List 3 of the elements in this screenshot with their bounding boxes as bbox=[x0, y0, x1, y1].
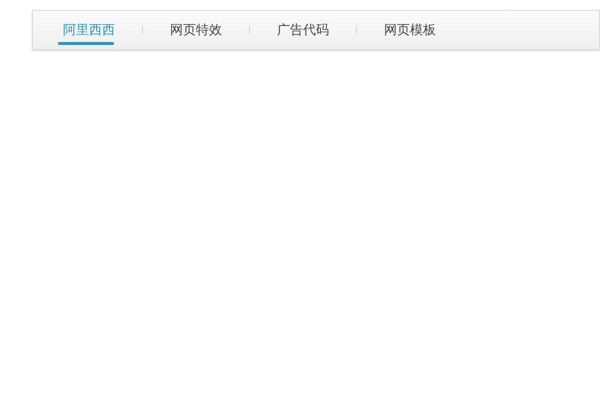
nav-tab[interactable]: 网页特效 bbox=[143, 11, 249, 49]
nav-tab[interactable]: 广告代码 bbox=[250, 11, 356, 49]
nav-tab[interactable]: 网页模板 bbox=[357, 11, 463, 49]
